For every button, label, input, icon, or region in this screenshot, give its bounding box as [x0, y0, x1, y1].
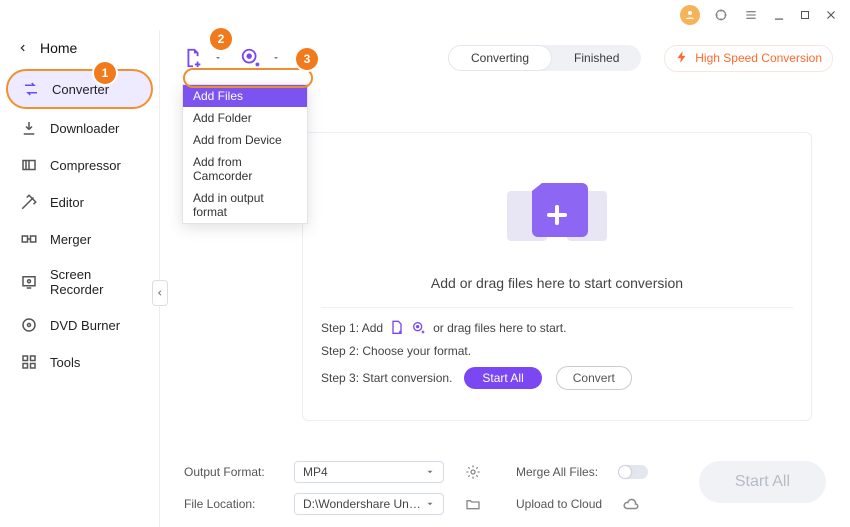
step-1: Step 1: Add or drag files here to start. — [321, 320, 793, 336]
output-format-value: MP4 — [303, 465, 328, 479]
converter-icon — [22, 80, 40, 98]
dropzone-illustration — [321, 151, 793, 271]
home-label: Home — [40, 40, 77, 56]
screen-recorder-icon — [20, 273, 38, 291]
file-location-label: File Location: — [184, 497, 274, 511]
step1-prefix: Step 1: Add — [321, 321, 383, 335]
step-2: Step 2: Choose your format. — [321, 344, 793, 358]
support-icon[interactable] — [712, 6, 730, 24]
close-button[interactable] — [824, 8, 838, 22]
menu-icon[interactable] — [742, 6, 760, 24]
tab-converting[interactable]: Converting — [448, 45, 552, 71]
divider — [321, 307, 793, 308]
home-nav[interactable]: Home — [0, 34, 159, 68]
compressor-icon — [20, 156, 38, 174]
status-tabs: Converting Finished — [448, 45, 641, 71]
sidebar-item-screen-recorder[interactable]: Screen Recorder — [6, 258, 153, 306]
sidebar: Home Converter Downloader Compressor Edi… — [0, 30, 160, 527]
add-disc-button[interactable] — [240, 47, 262, 69]
tab-finished[interactable]: Finished — [552, 45, 641, 71]
start-all-button[interactable]: Start All — [699, 461, 826, 503]
sidebar-item-tools[interactable]: Tools — [6, 344, 153, 380]
sidebar-item-label: DVD Burner — [50, 318, 120, 333]
file-location-select[interactable]: D:\Wondershare UniConverter 1 — [294, 493, 444, 515]
editor-icon — [20, 193, 38, 211]
upload-cloud-label: Upload to Cloud — [516, 497, 602, 511]
step3-text: Step 3: Start conversion. — [321, 371, 452, 385]
sidebar-item-label: Compressor — [50, 158, 121, 173]
sidebar-item-label: Screen Recorder — [50, 267, 139, 297]
sidebar-item-label: Downloader — [50, 121, 119, 136]
main-panel: Converting Finished High Speed Conversio… — [160, 30, 850, 527]
step-3: Step 3: Start conversion. Start All Conv… — [321, 366, 793, 390]
merge-toggle[interactable] — [618, 465, 648, 479]
high-speed-badge[interactable]: High Speed Conversion — [665, 46, 832, 71]
sidebar-item-label: Editor — [50, 195, 84, 210]
dvd-icon — [20, 316, 38, 334]
cloud-icon[interactable] — [622, 495, 640, 513]
lightning-icon — [675, 50, 689, 67]
add-file-dropdown-menu: Add Files Add Folder Add from Device Add… — [182, 84, 308, 224]
output-settings-icon[interactable] — [464, 463, 482, 481]
user-avatar-icon[interactable] — [680, 5, 700, 25]
start-all-small-button[interactable]: Start All — [464, 367, 541, 389]
dropdown-item-add-from-camcorder[interactable]: Add from Camcorder — [183, 151, 307, 187]
file-location-value: D:\Wondershare UniConverter 1 — [303, 497, 423, 511]
dropdown-item-add-from-device[interactable]: Add from Device — [183, 129, 307, 151]
sidebar-item-merger[interactable]: Merger — [6, 221, 153, 257]
add-file-button[interactable] — [182, 47, 204, 69]
merger-icon — [20, 230, 38, 248]
add-disc-mini-icon[interactable] — [411, 320, 427, 336]
step1-suffix: or drag files here to start. — [433, 321, 566, 335]
sidebar-item-label: Merger — [50, 232, 91, 247]
dropdown-item-add-files[interactable]: Add Files — [183, 85, 307, 107]
dropdown-item-add-in-output-format[interactable]: Add in output format — [183, 187, 307, 223]
annotation-badge-2: 2 — [210, 28, 232, 50]
annotation-badge-3: 3 — [296, 48, 318, 70]
maximize-button[interactable] — [798, 8, 812, 22]
sidebar-item-label: Converter — [52, 82, 109, 97]
sidebar-item-editor[interactable]: Editor — [6, 184, 153, 220]
output-format-select[interactable]: MP4 — [294, 461, 444, 483]
convert-button[interactable]: Convert — [556, 366, 632, 390]
sidebar-item-dvd-burner[interactable]: DVD Burner — [6, 307, 153, 343]
add-file-mini-icon[interactable] — [389, 320, 405, 336]
dropdown-item-add-folder[interactable]: Add Folder — [183, 107, 307, 129]
merge-label: Merge All Files: — [516, 465, 598, 479]
sidebar-item-converter[interactable]: Converter — [6, 69, 153, 109]
downloader-icon — [20, 119, 38, 137]
toolbar: Converting Finished High Speed Conversio… — [182, 40, 832, 76]
titlebar — [0, 0, 850, 30]
sidebar-item-compressor[interactable]: Compressor — [6, 147, 153, 183]
add-disc-dropdown-caret[interactable] — [272, 54, 280, 62]
annotation-badge-1: 1 — [94, 62, 116, 84]
tools-icon — [20, 353, 38, 371]
open-folder-icon[interactable] — [464, 495, 482, 513]
sidebar-item-label: Tools — [50, 355, 80, 370]
dropzone-headline: Add or drag files here to start conversi… — [321, 275, 793, 291]
dropzone[interactable]: Add or drag files here to start conversi… — [302, 132, 812, 421]
sidebar-item-downloader[interactable]: Downloader — [6, 110, 153, 146]
high-speed-label: High Speed Conversion — [695, 51, 822, 65]
output-format-label: Output Format: — [184, 465, 274, 479]
add-file-dropdown-caret[interactable] — [214, 54, 222, 62]
minimize-button[interactable] — [772, 8, 786, 22]
back-icon — [18, 40, 28, 56]
